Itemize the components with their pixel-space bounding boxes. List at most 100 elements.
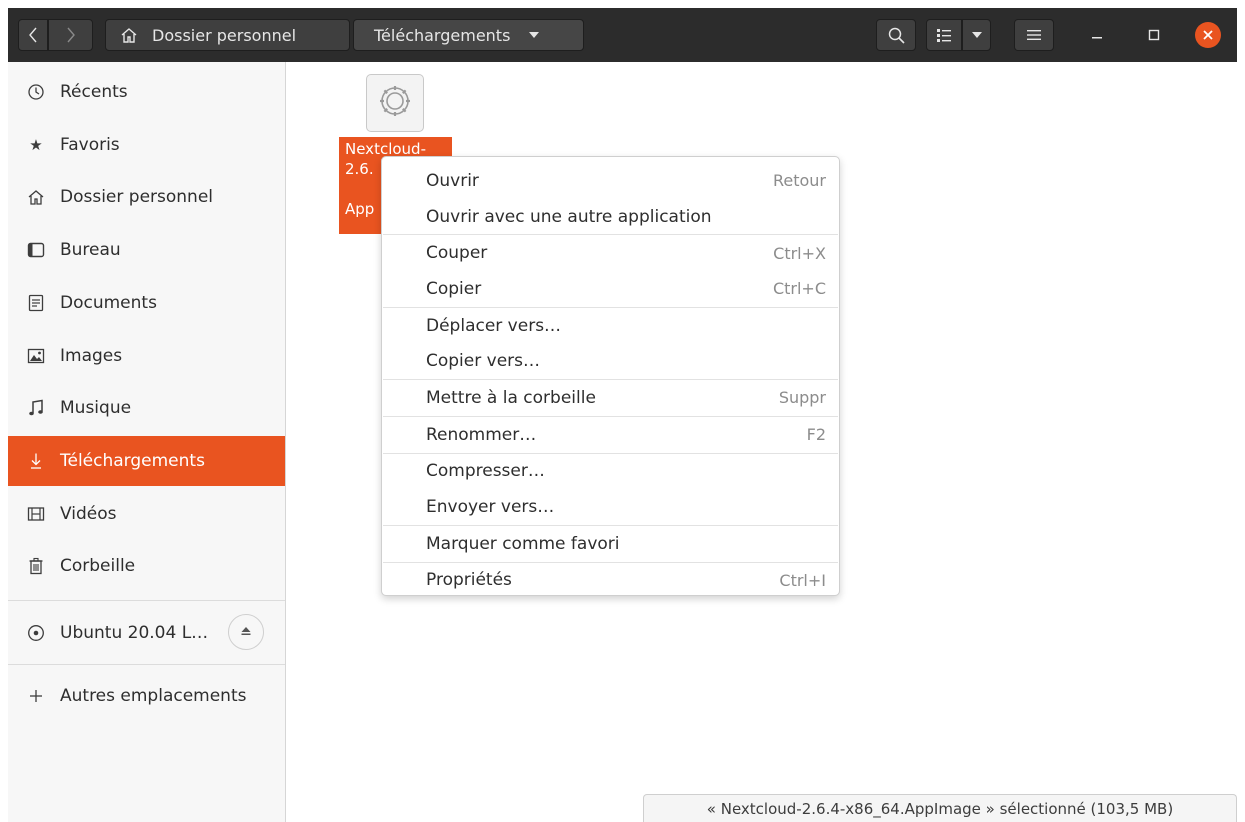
menu-item-send-to[interactable]: Envoyer vers…: [382, 489, 839, 525]
caret-down-icon: [528, 31, 540, 39]
hamburger-menu-icon: [1027, 29, 1041, 41]
sidebar-item-label: Autres emplacements: [60, 686, 247, 706]
sidebar-item-label: Dossier personnel: [60, 187, 214, 207]
close-icon: [1202, 26, 1214, 45]
menu-item-label: Ouvrir avec une autre application: [426, 206, 712, 227]
status-bar: « Nextcloud-2.6.4-x86_64.AppImage » séle…: [643, 794, 1237, 822]
menu-item-move-to[interactable]: Déplacer vers…: [382, 308, 839, 344]
sidebar-item-label: Ubuntu 20.04 L…: [60, 623, 209, 643]
sidebar-item-bureau[interactable]: Bureau: [8, 225, 285, 275]
disc-icon: [26, 623, 46, 643]
sidebar-item-telechargements[interactable]: Téléchargements: [8, 436, 285, 486]
breadcrumb-home-label: Dossier personnel: [152, 25, 297, 45]
sidebar-item-label: Documents: [60, 293, 157, 313]
maximize-icon: [1148, 26, 1160, 45]
sidebar-item-videos[interactable]: Vidéos: [8, 489, 285, 539]
sidebar-item-images[interactable]: Images: [8, 331, 285, 381]
sidebar-separator: [8, 600, 285, 601]
list-view-icon: [936, 28, 952, 42]
menu-item-accel: Retour: [772, 171, 826, 191]
minimize-button[interactable]: [1084, 22, 1110, 48]
breadcrumb-current[interactable]: Téléchargements: [353, 19, 584, 51]
close-button[interactable]: [1195, 22, 1221, 48]
menu-item-copy-to[interactable]: Copier vers…: [382, 343, 839, 379]
context-menu: Ouvrir Retour Ouvrir avec une autre appl…: [381, 156, 840, 596]
menu-item-label: Copier: [426, 278, 482, 299]
sidebar-item-label: Images: [60, 346, 123, 366]
clock-icon: [26, 82, 46, 102]
search-icon: [888, 27, 905, 44]
search-button[interactable]: [876, 19, 916, 51]
chevron-left-icon: [28, 27, 38, 43]
minimize-icon: [1091, 26, 1103, 45]
breadcrumb-current-label: Téléchargements: [374, 25, 511, 45]
menu-item-accel: F2: [806, 425, 826, 445]
status-text: « Nextcloud-2.6.4-x86_64.AppImage » séle…: [706, 799, 1174, 818]
menu-item-open-with[interactable]: Ouvrir avec une autre application: [382, 199, 839, 235]
sidebar-item-other-locations[interactable]: Autres emplacements: [8, 671, 285, 721]
menu-item-label: Couper: [426, 243, 488, 264]
eject-button[interactable]: [228, 614, 264, 650]
menu-item-cut[interactable]: Couper Ctrl+X: [382, 235, 839, 271]
document-icon: [26, 293, 46, 313]
breadcrumb-home[interactable]: Dossier personnel: [105, 19, 350, 51]
menu-item-label: Envoyer vers…: [426, 497, 555, 518]
menu-item-accel: Ctrl+C: [772, 279, 826, 299]
sidebar-item-corbeille[interactable]: Corbeille: [8, 541, 285, 591]
view-options-button[interactable]: [962, 19, 991, 51]
home-icon: [120, 27, 138, 43]
sidebar: Récents ★ Favoris Dossier personnel Bure…: [8, 62, 286, 822]
back-button[interactable]: [18, 19, 48, 51]
home-icon: [26, 187, 46, 207]
menu-item-star[interactable]: Marquer comme favori: [382, 526, 839, 562]
menu-item-label: Marquer comme favori: [426, 533, 620, 554]
menu-item-label: Mettre à la corbeille: [426, 387, 596, 408]
sidebar-item-drive[interactable]: Ubuntu 20.04 L…: [8, 608, 285, 658]
menu-item-properties[interactable]: Propriétés Ctrl+I: [382, 563, 839, 599]
menu-item-accel: Ctrl+X: [773, 243, 826, 263]
sidebar-item-label: Musique: [60, 398, 132, 418]
image-icon: [26, 346, 46, 366]
film-icon: [26, 504, 46, 524]
sidebar-item-label: Récents: [60, 82, 128, 102]
eject-icon: [240, 625, 252, 640]
sidebar-item-home[interactable]: Dossier personnel: [8, 172, 285, 222]
desktop-icon: [26, 240, 46, 260]
maximize-button[interactable]: [1141, 22, 1167, 48]
file-icon-tile[interactable]: [366, 74, 424, 132]
main-menu-button[interactable]: [1014, 19, 1054, 51]
music-icon: [26, 398, 46, 418]
sidebar-item-documents[interactable]: Documents: [8, 278, 285, 328]
menu-item-open[interactable]: Ouvrir Retour: [382, 163, 839, 199]
menu-item-accel: Suppr: [778, 388, 826, 408]
menu-item-label: Propriétés: [426, 570, 512, 591]
caret-down-icon: [971, 31, 983, 39]
sidebar-item-musique[interactable]: Musique: [8, 383, 285, 433]
menu-item-label: Compresser…: [426, 461, 545, 482]
sidebar-item-label: Vidéos: [60, 504, 117, 524]
sidebar-item-label: Téléchargements: [60, 451, 205, 471]
menu-item-accel: Ctrl+I: [779, 570, 826, 590]
sidebar-item-label: Bureau: [60, 240, 121, 260]
sidebar-separator: [8, 664, 285, 665]
menu-item-label: Ouvrir: [426, 170, 479, 191]
menu-item-trash[interactable]: Mettre à la corbeille Suppr: [382, 380, 839, 416]
sidebar-item-label: Corbeille: [60, 556, 136, 576]
trash-icon: [26, 556, 46, 576]
forward-button[interactable]: [48, 19, 93, 51]
menu-item-compress[interactable]: Compresser…: [382, 454, 839, 490]
sidebar-item-favoris[interactable]: ★ Favoris: [8, 120, 285, 170]
menu-item-label: Copier vers…: [426, 351, 541, 372]
sidebar-item-recents[interactable]: Récents: [8, 67, 285, 117]
plus-icon: [26, 686, 46, 706]
chevron-right-icon: [66, 27, 76, 43]
menu-item-copy[interactable]: Copier Ctrl+C: [382, 271, 839, 307]
view-mode-button[interactable]: [926, 19, 962, 51]
menu-item-label: Renommer…: [426, 424, 537, 445]
sidebar-item-label: Favoris: [60, 135, 120, 155]
menu-item-label: Déplacer vers…: [426, 315, 562, 336]
download-icon: [26, 451, 46, 471]
header-bar: Dossier personnel Téléchargements: [8, 8, 1237, 62]
menu-item-rename[interactable]: Renommer… F2: [382, 417, 839, 453]
star-icon: ★: [29, 136, 43, 154]
